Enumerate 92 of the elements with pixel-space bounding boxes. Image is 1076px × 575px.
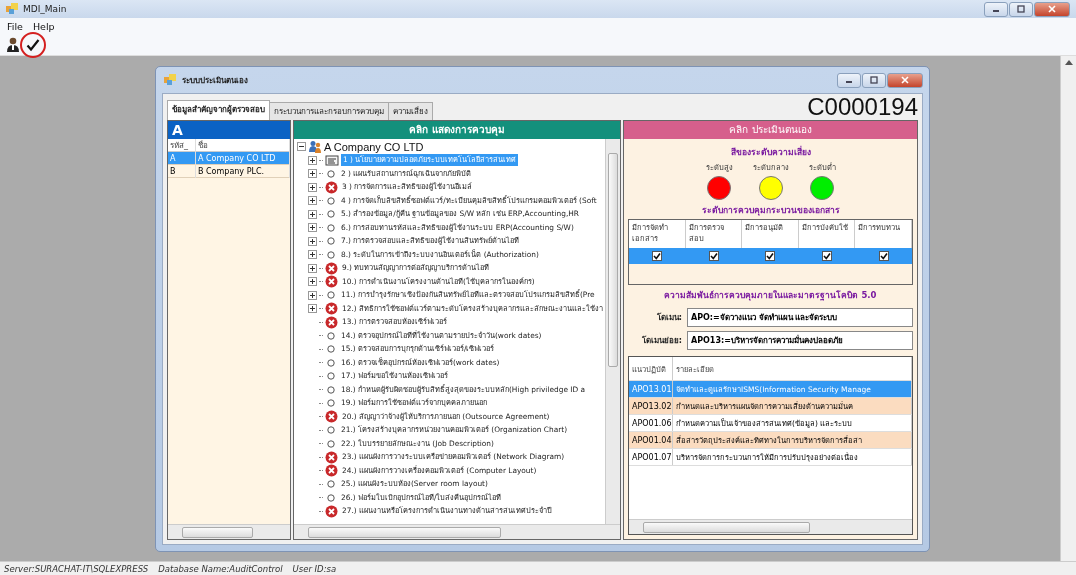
circle-icon: [327, 250, 335, 259]
document-icon: [325, 154, 339, 166]
checkbox[interactable]: [822, 251, 833, 261]
panel-header: A: [168, 121, 290, 139]
circle-icon: [327, 331, 335, 340]
circle-icon: [327, 372, 335, 381]
error-icon: [325, 315, 338, 329]
circle-icon: [327, 237, 335, 246]
menu-item[interactable]: File: [7, 20, 23, 32]
table-row[interactable]: [629, 248, 912, 264]
error-icon: [325, 180, 338, 194]
error-icon: [325, 302, 338, 316]
record-code: C0000194: [807, 94, 918, 120]
field-label: โดเมน:: [655, 311, 682, 324]
section-title: ระดับการควบคุมกระบวนของเอกสาร: [701, 204, 840, 217]
circle-icon: [327, 399, 335, 408]
expand-icon[interactable]: [308, 304, 317, 314]
tab[interactable]: กระบวนการและกรอบการควบคุม: [269, 102, 389, 120]
circle-icon: [327, 223, 335, 232]
table-cell: APO01.07: [629, 449, 673, 465]
checkbox[interactable]: [765, 251, 776, 261]
people-icon: [308, 140, 322, 154]
scroll-up-icon[interactable]: [1064, 60, 1073, 65]
tree-item[interactable]: A Company CO LTD: [324, 140, 424, 153]
table-row[interactable]: B B Company PLC.: [168, 165, 290, 178]
error-icon: [325, 450, 338, 464]
text-field[interactable]: APO:=จัดวางแนว จัดทำแผน และจัดระบบ: [687, 308, 913, 327]
tab[interactable]: ความเสี่ยง: [388, 102, 433, 120]
circle-icon: [327, 345, 335, 354]
panel-header[interactable]: คลิก ประเมินตนเอง: [624, 121, 917, 139]
expand-icon[interactable]: [308, 182, 317, 192]
maximize-button[interactable]: [1009, 1, 1033, 17]
expand-icon[interactable]: [308, 196, 317, 206]
circle-icon: [327, 493, 335, 502]
expand-icon[interactable]: [308, 169, 317, 179]
circle-icon: [327, 439, 335, 448]
error-icon: [325, 504, 338, 518]
app-icon: [6, 3, 19, 15]
error-icon: [325, 275, 338, 289]
minimize-button[interactable]: [837, 72, 861, 88]
checkbox[interactable]: [652, 251, 663, 261]
window-title: MDI_Main: [23, 4, 68, 14]
table-cell: APO01.04: [629, 432, 673, 448]
maximize-icon: [870, 76, 878, 84]
error-icon: [325, 261, 338, 275]
menu-item[interactable]: Help: [32, 20, 55, 32]
collapse-icon[interactable]: [297, 142, 306, 152]
maximize-button[interactable]: [862, 72, 886, 88]
section-title: ความสัมพันธ์การควบคุมภายในและมาตรฐานโคบิต 5.0: [664, 289, 877, 302]
panel-header[interactable]: คลิก แสดงการควบคุม: [294, 121, 620, 139]
check-icon[interactable]: [26, 37, 40, 52]
tab[interactable]: ข้อมูลสำคัญจากผู้ตรวจสอบ: [167, 100, 270, 120]
maximize-icon: [1017, 5, 1025, 13]
window-title: ระบบประเมินตนเอง: [182, 74, 249, 87]
circle-icon: [327, 358, 335, 367]
table-cell: APO13.02: [629, 398, 673, 414]
text-field[interactable]: APO13:=บริหารจัดการความมั่นคงปลอดภัย: [687, 331, 913, 350]
circle-icon: [327, 196, 335, 205]
close-button[interactable]: [1034, 1, 1070, 17]
error-icon: [325, 410, 338, 424]
field-label: โดเมนย่อย:: [640, 334, 682, 347]
status-text: Database Name:AuditControl: [158, 563, 283, 574]
table-cell: B Company PLC.: [196, 165, 290, 178]
circle-icon: [327, 169, 335, 178]
circle-icon: [327, 426, 335, 435]
expand-icon[interactable]: [308, 155, 317, 165]
close-icon: [1048, 5, 1056, 13]
expand-icon[interactable]: [308, 223, 317, 233]
checkbox[interactable]: [708, 251, 719, 261]
section-title: สีของระดับความเสี่ยง: [730, 145, 811, 159]
expand-icon[interactable]: [308, 290, 317, 300]
app-icon: [164, 74, 177, 86]
status-text: Server:SURACHAT-IT\SQLEXPRESS: [4, 563, 149, 574]
expand-icon[interactable]: [308, 263, 317, 273]
circle-icon: [327, 291, 335, 300]
close-icon: [901, 76, 909, 84]
person-icon[interactable]: [6, 36, 20, 53]
circle-icon: [327, 210, 335, 219]
expand-icon[interactable]: [308, 277, 317, 287]
table-cell: APO13.01: [629, 381, 673, 397]
checkbox[interactable]: [878, 251, 889, 261]
table-cell: APO01.06: [629, 415, 673, 431]
expand-icon[interactable]: [308, 250, 317, 260]
expand-icon[interactable]: [308, 209, 317, 219]
minimize-button[interactable]: [984, 1, 1008, 17]
status-text: User ID:sa: [292, 563, 337, 574]
table-cell: B: [168, 165, 196, 178]
circle-icon: [327, 385, 335, 394]
expand-icon[interactable]: [308, 236, 317, 246]
error-icon: [325, 464, 338, 478]
close-button[interactable]: [887, 72, 923, 88]
circle-icon: [327, 480, 335, 489]
